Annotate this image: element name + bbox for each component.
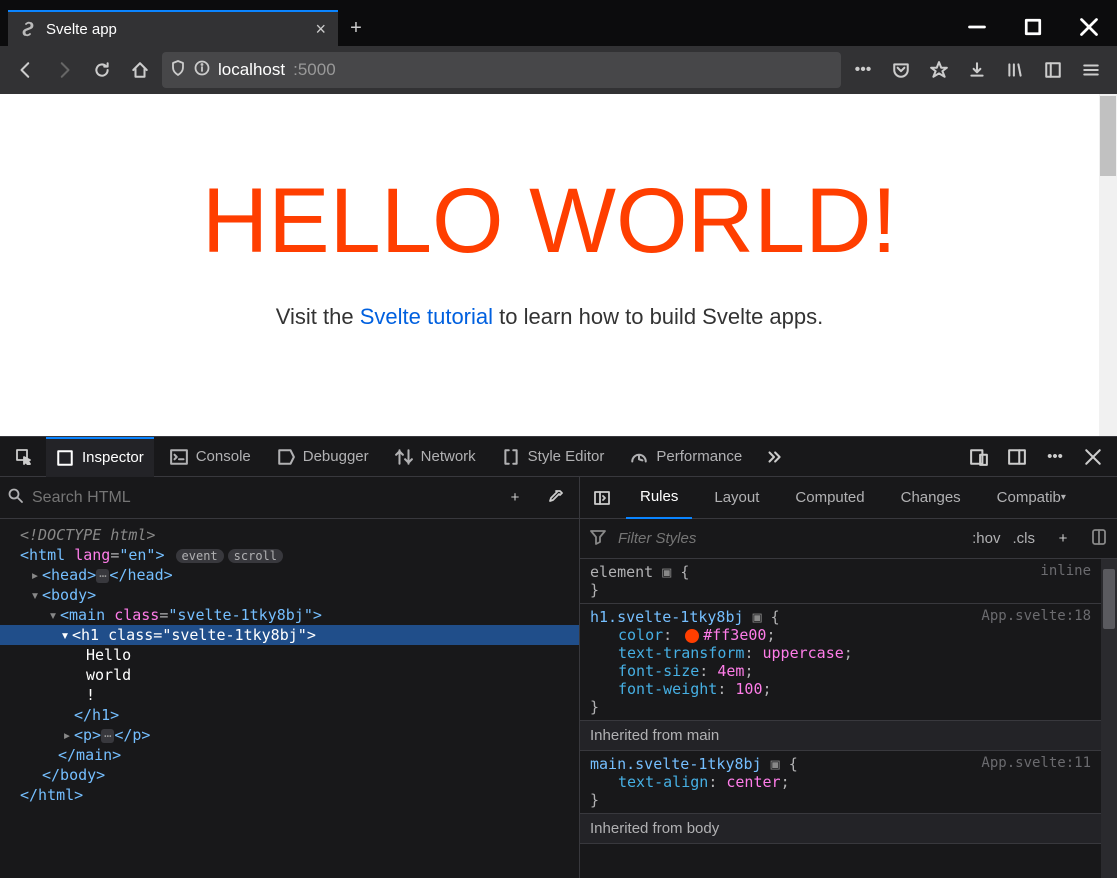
highlight-icon[interactable]: ▣ <box>753 608 762 626</box>
rtab-layout[interactable]: Layout <box>700 477 773 519</box>
svelte-tutorial-link[interactable]: Svelte tutorial <box>360 304 493 329</box>
devtools-menu-icon[interactable]: ••• <box>1039 441 1071 473</box>
page-scrollbar[interactable] <box>1100 96 1116 176</box>
highlight-icon[interactable]: ▣ <box>662 563 671 581</box>
tree-text[interactable]: ! <box>0 685 579 705</box>
rule-main[interactable]: App.svelte:11 main.svelte-1tky8bj ▣ { te… <box>580 751 1101 814</box>
tree-html[interactable]: <html lang="en"> eventscroll <box>0 545 579 565</box>
dom-tree[interactable]: <!DOCTYPE html> <html lang="en"> eventsc… <box>0 519 579 878</box>
tree-doctype[interactable]: <!DOCTYPE html> <box>0 525 579 545</box>
add-rule-button[interactable]: + <box>1047 523 1079 555</box>
window-close-button[interactable] <box>1061 8 1117 46</box>
tab-console[interactable]: Console <box>160 437 261 477</box>
filter-styles-input[interactable] <box>618 530 960 547</box>
tab-close-icon[interactable]: × <box>315 19 326 40</box>
rtab-computed[interactable]: Computed <box>781 477 878 519</box>
window-minimize-button[interactable] <box>949 8 1005 46</box>
dock-mode-icon[interactable] <box>1001 441 1033 473</box>
devtools-overflow-icon[interactable] <box>758 441 790 473</box>
home-button[interactable] <box>124 54 156 86</box>
tree-html-close[interactable]: </html> <box>0 785 579 805</box>
inherited-main-label: Inherited from main <box>580 721 1101 751</box>
page-actions-icon[interactable]: ••• <box>847 54 879 86</box>
rule-source[interactable]: App.svelte:18 <box>981 608 1091 624</box>
highlight-icon[interactable]: ▣ <box>771 755 780 773</box>
rtab-rules[interactable]: Rules <box>626 477 692 519</box>
browser-tab[interactable]: Svelte app × <box>8 10 338 46</box>
search-html-input[interactable] <box>32 489 483 507</box>
browser-navbar: localhost :5000 ••• <box>0 46 1117 94</box>
tree-body-close[interactable]: </body> <box>0 765 579 785</box>
pocket-icon[interactable] <box>885 54 917 86</box>
sidebar-icon[interactable] <box>1037 54 1069 86</box>
reload-button[interactable] <box>86 54 118 86</box>
devtools-close-icon[interactable] <box>1077 441 1109 473</box>
tree-head[interactable]: ▸<head>⋯</head> <box>0 565 579 585</box>
inherited-body-label: Inherited from body <box>580 814 1101 844</box>
add-element-button[interactable]: + <box>499 482 531 514</box>
new-tab-button[interactable]: + <box>338 10 374 46</box>
tab-debugger[interactable]: Debugger <box>267 437 379 477</box>
light-dark-icon[interactable] <box>1091 529 1107 549</box>
rtab-compat[interactable]: Compatib▾ <box>983 477 1080 519</box>
tree-h1-selected[interactable]: ▾<h1 class="svelte-1tky8bj"> <box>0 625 579 645</box>
rule-source[interactable]: App.svelte:11 <box>981 755 1091 771</box>
cls-toggle[interactable]: .cls <box>1013 530 1036 547</box>
devtools-tabbar: Inspector Console Debugger Network Style… <box>0 437 1117 477</box>
pick-element-icon[interactable] <box>8 441 40 473</box>
page-heading: Hello world! <box>0 169 1099 274</box>
rule-source[interactable]: inline <box>1040 563 1091 579</box>
url-port: :5000 <box>293 60 336 80</box>
library-icon[interactable] <box>999 54 1031 86</box>
forward-button <box>48 54 80 86</box>
url-bar[interactable]: localhost :5000 <box>162 52 841 88</box>
tab-performance[interactable]: Performance <box>620 437 752 477</box>
tree-h1-close[interactable]: </h1> <box>0 705 579 725</box>
hov-toggle[interactable]: :hov <box>972 530 1000 547</box>
rule-element[interactable]: inline element ▣ { } <box>580 559 1101 604</box>
page-main: Hello world! Visit the Svelte tutorial t… <box>0 94 1099 330</box>
info-icon[interactable] <box>194 60 210 81</box>
filter-icon <box>590 529 606 549</box>
rules-tabbar: Rules Layout Computed Changes Compatib▾ <box>580 477 1117 519</box>
rtab-changes[interactable]: Changes <box>887 477 975 519</box>
window-maximize-button[interactable] <box>1005 8 1061 46</box>
back-button[interactable] <box>10 54 42 86</box>
tab-style-editor[interactable]: Style Editor <box>492 437 615 477</box>
tree-main[interactable]: ▾<main class="svelte-1tky8bj"> <box>0 605 579 625</box>
page-viewport: Hello world! Visit the Svelte tutorial t… <box>0 94 1117 436</box>
tree-main-close[interactable]: </main> <box>0 745 579 765</box>
downloads-icon[interactable] <box>961 54 993 86</box>
url-host: localhost <box>218 60 285 80</box>
app-menu-icon[interactable] <box>1075 54 1107 86</box>
shield-icon[interactable] <box>170 60 186 81</box>
tree-text[interactable]: Hello <box>0 645 579 665</box>
color-swatch[interactable] <box>685 629 699 643</box>
page-paragraph: Visit the Svelte tutorial to learn how t… <box>0 304 1099 330</box>
eyedropper-icon[interactable] <box>539 482 571 514</box>
rule-h1[interactable]: App.svelte:18 h1.svelte-1tky8bj ▣ { colo… <box>580 604 1101 721</box>
toggle-3pane-icon[interactable] <box>586 482 618 514</box>
tree-p[interactable]: ▸<p>⋯</p> <box>0 725 579 745</box>
tab-network[interactable]: Network <box>385 437 486 477</box>
responsive-mode-icon[interactable] <box>963 441 995 473</box>
tree-body[interactable]: ▾<body> <box>0 585 579 605</box>
tab-inspector[interactable]: Inspector <box>46 437 154 477</box>
tab-title: Svelte app <box>46 21 117 38</box>
rules-pane[interactable]: inline element ▣ { } App.svelte:18 h1.sv… <box>580 559 1117 878</box>
svelte-icon <box>20 21 36 37</box>
bookmark-icon[interactable] <box>923 54 955 86</box>
browser-tabbar: Svelte app × + <box>0 8 1117 46</box>
rules-scrollbar[interactable] <box>1103 569 1115 629</box>
devtools: Inspector Console Debugger Network Style… <box>0 436 1117 878</box>
tree-text[interactable]: world <box>0 665 579 685</box>
search-icon <box>8 488 24 508</box>
